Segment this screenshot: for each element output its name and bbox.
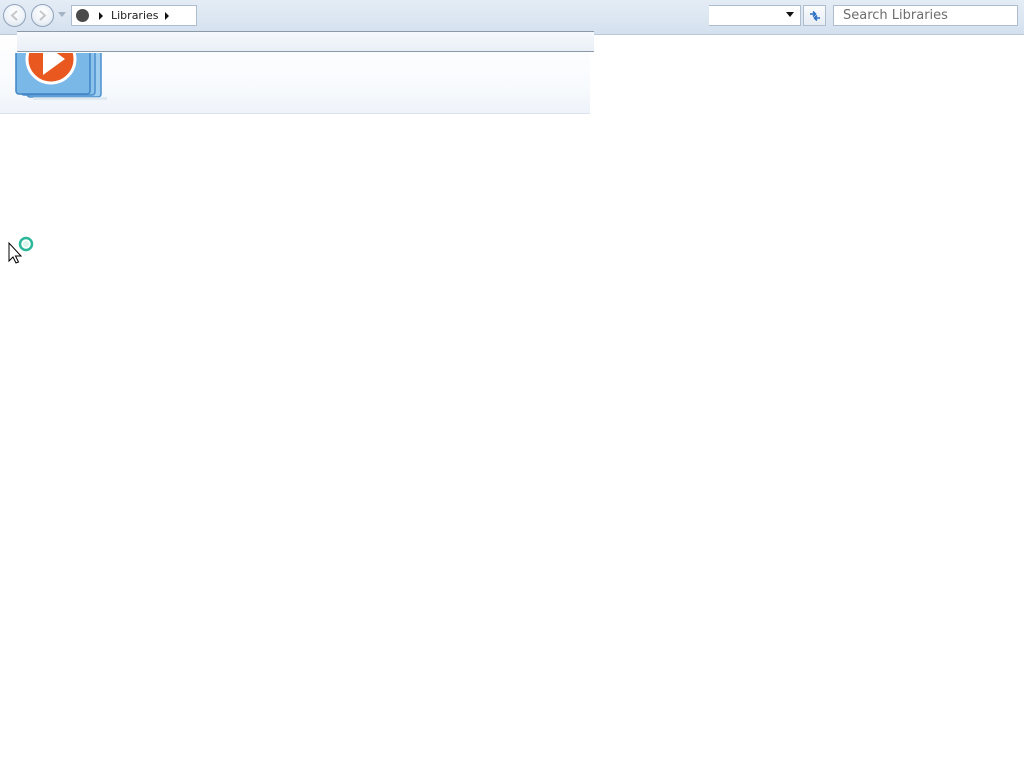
breadcrumb-separator-chevron-right-icon[interactable] bbox=[165, 12, 169, 20]
search-input[interactable]: Search Libraries bbox=[833, 5, 1018, 26]
explorer-window: Libraries Search Libraries bbox=[0, 0, 1024, 768]
breadcrumb-libraries[interactable]: Libraries bbox=[111, 9, 159, 23]
busy-cursor-icon bbox=[8, 236, 34, 264]
media-player-icon bbox=[15, 53, 107, 100]
refresh-button[interactable] bbox=[803, 5, 826, 26]
recent-pages-chevron-down-icon[interactable] bbox=[58, 12, 66, 17]
breadcrumb-separator-chevron-right-icon[interactable] bbox=[99, 12, 103, 20]
back-arrow-icon bbox=[10, 10, 18, 21]
back-button[interactable] bbox=[3, 4, 26, 27]
command-bar bbox=[17, 31, 594, 52]
forward-arrow-icon bbox=[39, 10, 47, 21]
refresh-icon bbox=[810, 10, 820, 22]
forward-button[interactable] bbox=[31, 4, 54, 27]
navigation-bar: Libraries Search Libraries bbox=[0, 0, 1024, 35]
address-bar[interactable]: Libraries bbox=[71, 5, 197, 26]
libraries-root-icon[interactable] bbox=[76, 9, 89, 22]
address-history-chevron-down-icon[interactable] bbox=[786, 12, 794, 17]
